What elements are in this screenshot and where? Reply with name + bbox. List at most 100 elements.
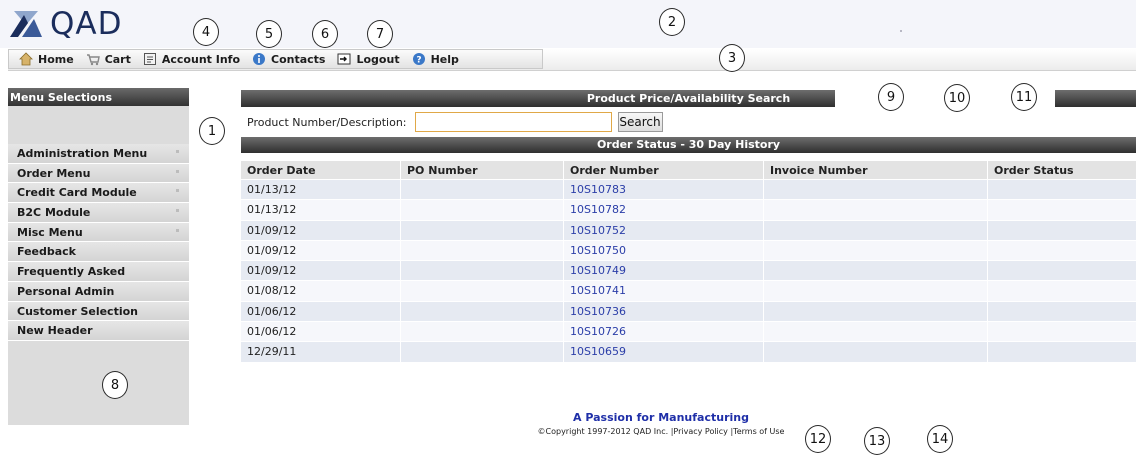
terms-of-use-link[interactable]: Terms of Use bbox=[733, 427, 784, 436]
qad-logo-icon bbox=[10, 11, 42, 37]
footer-copyright: ©Copyright 1997-2012 QAD Inc. bbox=[537, 427, 669, 436]
nav-cart-label: Cart bbox=[104, 52, 131, 66]
order-number-link[interactable]: 10S10659 bbox=[564, 342, 764, 362]
sidebar-fill bbox=[8, 341, 189, 425]
contacts-info-icon bbox=[253, 53, 266, 65]
column-header-order-status[interactable]: Order Status bbox=[988, 161, 1136, 179]
nav-home-button[interactable]: Home bbox=[19, 52, 74, 66]
search-button[interactable]: Search bbox=[617, 112, 663, 132]
order-status-cell bbox=[988, 322, 1136, 341]
order-date-cell: 01/09/12 bbox=[241, 240, 401, 261]
po-number-cell bbox=[401, 342, 564, 362]
callout-12: 12 bbox=[805, 425, 831, 453]
order-status-table: Order Date PO Number Order Number Invoic… bbox=[241, 161, 1136, 363]
table-body: 01/13/12 10S10783 01/13/12 10S10782 01/09/12… bbox=[241, 180, 1136, 363]
nav-cart-button[interactable]: Cart bbox=[86, 52, 131, 66]
invoice-number-cell bbox=[764, 301, 988, 322]
order-status-cell bbox=[988, 241, 1136, 260]
sidebar-item-b2c-module[interactable]: B2C Module bbox=[8, 203, 189, 223]
nav-help-button[interactable]: ? Help bbox=[412, 52, 459, 66]
invoice-number-cell bbox=[764, 342, 988, 362]
table-row: 01/08/12 10S10741 bbox=[241, 281, 1136, 302]
table-row: 01/09/12 10S10750 bbox=[241, 240, 1136, 262]
header-dot bbox=[900, 30, 902, 32]
sidebar-item-credit-card-module[interactable]: Credit Card Module bbox=[8, 183, 189, 204]
sidebar-item-label: Misc Menu bbox=[17, 225, 83, 239]
qad-logo[interactable]: QAD bbox=[8, 8, 122, 40]
logo-text: QAD bbox=[50, 5, 123, 42]
product-search-label: Product Number/Description: bbox=[247, 115, 407, 129]
order-date-cell: 01/09/12 bbox=[241, 220, 401, 240]
column-header-order-number[interactable]: Order Number bbox=[564, 161, 764, 179]
nav-logout-button[interactable]: Logout bbox=[337, 52, 400, 66]
invoice-number-cell bbox=[764, 322, 988, 342]
order-number-link[interactable]: 10S10750 bbox=[564, 240, 764, 261]
table-row: 12/29/11 10S10659 bbox=[241, 342, 1136, 363]
column-header-invoice-number[interactable]: Invoice Number bbox=[764, 161, 988, 179]
order-date-cell: 01/13/12 bbox=[241, 200, 401, 220]
order-date-cell: 01/08/12 bbox=[241, 281, 401, 301]
order-number-link[interactable]: 10S10783 bbox=[564, 180, 764, 200]
cart-icon bbox=[86, 54, 100, 66]
invoice-number-cell bbox=[764, 261, 988, 281]
callout-10: 10 bbox=[944, 84, 970, 112]
nav-logout-label: Logout bbox=[356, 52, 400, 66]
nav-help-label: Help bbox=[430, 52, 459, 66]
help-icon: ? bbox=[412, 53, 425, 66]
nav-account-info-button[interactable]: Account Info bbox=[143, 52, 240, 66]
column-header-po-number[interactable]: PO Number bbox=[401, 161, 564, 179]
order-number-link[interactable]: 10S10782 bbox=[564, 200, 764, 220]
nav-contacts-button[interactable]: Contacts bbox=[252, 52, 325, 66]
order-status-title: Order Status - 30 Day History bbox=[596, 138, 781, 151]
order-status-header: Order Status - 30 Day History bbox=[241, 137, 1136, 153]
callout-2: 2 bbox=[659, 8, 685, 36]
sidebar-item-label: Customer Selection bbox=[17, 304, 138, 318]
column-header-order-date[interactable]: Order Date bbox=[241, 161, 401, 179]
sidebar-menu: Administration Menu Order Menu Credit Ca… bbox=[8, 144, 189, 341]
nav-account-info-label: Account Info bbox=[161, 52, 241, 66]
sidebar-item-label: Feedback bbox=[17, 245, 76, 259]
sidebar-item-label: B2C Module bbox=[17, 206, 91, 220]
po-number-cell bbox=[401, 180, 564, 200]
nav-bar: Home Cart Account Info Contacts Logout ?… bbox=[8, 49, 543, 69]
callout-4: 4 bbox=[193, 18, 219, 46]
table-header-row: Order Date PO Number Order Number Invoic… bbox=[241, 161, 1136, 180]
order-number-link[interactable]: 10S10736 bbox=[564, 301, 764, 322]
privacy-policy-link[interactable]: Privacy Policy bbox=[673, 427, 728, 436]
sidebar-item-label: New Header bbox=[17, 324, 93, 338]
sidebar-item-customer-selection[interactable]: Customer Selection bbox=[8, 301, 189, 322]
callout-7: 7 bbox=[367, 20, 393, 48]
submenu-arrow-icon bbox=[176, 189, 179, 193]
sidebar-item-administration-menu[interactable]: Administration Menu bbox=[8, 144, 189, 164]
sidebar-item-feedback[interactable]: Feedback bbox=[8, 242, 189, 263]
order-date-cell: 01/13/12 bbox=[241, 180, 401, 200]
order-date-cell: 12/29/11 bbox=[241, 342, 401, 362]
table-row: 01/13/12 10S10782 bbox=[241, 200, 1136, 221]
product-search-input[interactable] bbox=[414, 112, 612, 132]
sidebar-item-frequently-asked[interactable]: Frequently Asked bbox=[8, 262, 189, 282]
order-status-cell bbox=[988, 180, 1136, 199]
sidebar-item-order-menu[interactable]: Order Menu bbox=[8, 163, 189, 184]
invoice-number-cell bbox=[764, 281, 988, 301]
order-status-cell bbox=[988, 200, 1136, 219]
submenu-arrow-icon bbox=[176, 209, 179, 213]
order-number-link[interactable]: 10S10752 bbox=[564, 220, 764, 240]
order-status-cell bbox=[988, 261, 1136, 280]
sidebar-item-personal-admin[interactable]: Personal Admin bbox=[8, 281, 189, 302]
order-number-link[interactable]: 10S10749 bbox=[564, 261, 764, 281]
callout-14: 14 bbox=[927, 425, 953, 453]
sidebar-item-label: Order Menu bbox=[17, 166, 91, 180]
callout-1: 1 bbox=[199, 117, 225, 145]
invoice-number-cell bbox=[764, 200, 988, 220]
order-number-link[interactable]: 10S10741 bbox=[564, 281, 764, 301]
order-status-cell bbox=[988, 281, 1136, 300]
sidebar-item-misc-menu[interactable]: Misc Menu bbox=[8, 222, 189, 243]
sidebar-item-label: Administration Menu bbox=[17, 147, 148, 160]
submenu-arrow-icon bbox=[176, 150, 179, 153]
sidebar-item-new-header[interactable]: New Header bbox=[8, 321, 189, 341]
sidebar-item-label: Personal Admin bbox=[17, 284, 115, 298]
sidebar-item-label: Credit Card Module bbox=[17, 186, 137, 200]
order-number-link[interactable]: 10S10726 bbox=[564, 322, 764, 342]
table-row: 01/06/12 10S10736 bbox=[241, 301, 1136, 323]
footer-copyright-line: ©Copyright 1997-2012 QAD Inc. |Privacy P… bbox=[241, 427, 1081, 436]
